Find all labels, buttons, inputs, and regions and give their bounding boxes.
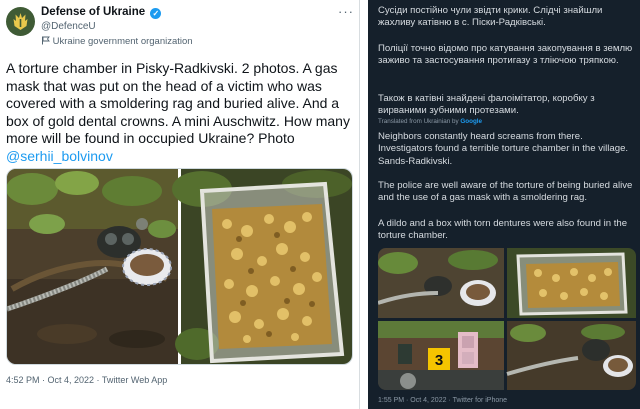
trident-icon — [13, 13, 28, 30]
dark-photo-evidence-table[interactable]: 3 — [378, 321, 504, 390]
original-text-paragraph-1: Сусіди постійно чули звідти крики. Слідч… — [378, 5, 603, 29]
photographer-mention-link[interactable]: @serhii_bolvinov — [6, 148, 113, 164]
dark-photo-gas-mask-close[interactable] — [506, 321, 636, 390]
author-handle[interactable]: @DefenceU — [41, 21, 96, 32]
verified-badge-icon: ✓ — [150, 8, 162, 19]
dark-photo-grid: 3 — [378, 248, 636, 390]
dark-photo-crowns-box[interactable] — [507, 248, 636, 318]
flag-icon — [42, 36, 50, 45]
tweet-timestamp[interactable]: 4:52 PM · Oct 4, 2022 · Twitter Web App — [6, 375, 167, 385]
translation-paragraph-3: A dildo and a box with torn dentures wer… — [378, 218, 628, 242]
translated-by-label: Translated from Ukrainian by — [378, 118, 461, 125]
translation-paragraph-1: Neighbors constantly heard screams from … — [378, 131, 629, 167]
dark-photo-gas-mask[interactable] — [378, 248, 504, 318]
dark-tweet-timestamp[interactable]: 1:55 PM · Oct 4, 2022 · Twitter for iPho… — [378, 397, 507, 404]
author-name-row[interactable]: Defense of Ukraine ✓ — [41, 6, 162, 19]
affiliation-text: Ukraine government organization — [52, 36, 193, 47]
translation-attribution[interactable]: Translated from Ukrainian by Google — [378, 118, 482, 125]
more-options-icon[interactable]: ··· — [338, 4, 354, 19]
original-text-paragraph-2: Поліції точно відомо про катування закоп… — [378, 43, 633, 67]
tweet-card-dark: Сусіди постійно чули звідти крики. Слідч… — [368, 0, 640, 409]
affiliation-label: Ukraine government organization — [41, 36, 193, 47]
tweet-text: A torture chamber in Pisky-Radkivski. 2 … — [6, 60, 351, 165]
tweet-body: A torture chamber in Pisky-Radkivski. 2 … — [6, 60, 350, 146]
google-logo-text: Google — [460, 118, 483, 125]
avatar[interactable] — [6, 7, 35, 36]
author-name[interactable]: Defense of Ukraine — [41, 6, 145, 18]
tweet-card-light: Defense of Ukraine ✓ @DefenceU Ukraine g… — [0, 0, 360, 409]
translation-paragraph-2: The police are well aware of the torture… — [378, 180, 633, 204]
gas-mask-photo[interactable] — [7, 169, 178, 364]
original-text-paragraph-3: Також в катівні знайдені фалоімітатор, к… — [378, 93, 595, 117]
dental-crowns-photo[interactable] — [172, 169, 352, 364]
photo-grid — [6, 168, 353, 365]
evidence-marker-number: 3 — [435, 352, 443, 369]
